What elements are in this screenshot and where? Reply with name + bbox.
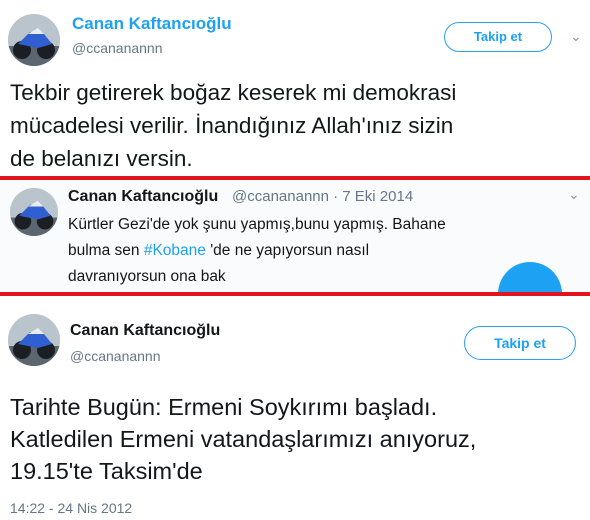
follow-button[interactable]: Takip et	[464, 326, 576, 360]
tweet-text-line: mücadelesi verilir. İnandığınız Allah'ın…	[10, 113, 454, 138]
tweet-text-line: Tekbir getirerek boğaz keserek mi demokr…	[10, 80, 457, 105]
tweet-card-2: Canan Kaftancıoğlu @ccananannn · 7 Eki 2…	[0, 180, 590, 292]
tweet-text-segment: bulma sen	[68, 242, 144, 259]
tweet-text-line: Tarihte Bugün: Ermeni Soykırımı başladı.	[10, 394, 438, 420]
tweet-text-line: bulma sen #Kobane 'de ne yapıyorsun nası…	[68, 242, 369, 260]
avatar[interactable]	[8, 14, 60, 66]
user-handle[interactable]: @ccananannn	[70, 348, 161, 364]
tweet-text-segment: 'de ne yapıyorsun nasıl	[205, 242, 370, 259]
chevron-down-icon[interactable]: ⌄	[570, 28, 582, 45]
tweet-text-line: 19.15'te Taksim'de	[10, 458, 203, 484]
avatar[interactable]	[8, 314, 60, 366]
tweet-card-1: Canan Kaftancıoğlu @ccananannn Takip et …	[0, 0, 590, 176]
follow-button[interactable]: Takip et	[444, 22, 552, 52]
hashtag-link[interactable]: #Kobane	[144, 242, 206, 259]
compose-fab[interactable]	[498, 262, 562, 292]
motorcycle-avatar-icon	[8, 314, 60, 366]
tweet-meta[interactable]: @ccananannn · 7 Eki 2014	[232, 188, 413, 205]
display-name[interactable]: Canan Kaftancıoğlu	[72, 14, 232, 34]
display-name[interactable]: Canan Kaftancıoğlu	[68, 188, 218, 206]
chevron-down-icon[interactable]: ⌄	[568, 186, 580, 203]
tweet-text-line: Katledilen Ermeni vatandaşlarımızı anıyo…	[10, 426, 477, 452]
tweet-text-line: davranıyorsun ona bak	[68, 268, 226, 285]
user-handle[interactable]: @ccananannn	[72, 40, 163, 56]
timestamp[interactable]: 14:22 - 24 Nis 2012	[10, 500, 132, 516]
motorcycle-avatar-icon	[8, 14, 60, 66]
motorcycle-avatar-icon	[10, 188, 58, 236]
tweet-card-3: Canan Kaftancıoğlu @ccananannn Takip et …	[0, 296, 590, 520]
avatar[interactable]	[10, 188, 58, 236]
tweet-text-line: Kürtler Gezi'de yok şunu yapmış,bunu yap…	[68, 216, 446, 233]
tweet-text-line: de belanızı versin.	[10, 146, 193, 171]
display-name[interactable]: Canan Kaftancıoğlu	[70, 322, 220, 340]
